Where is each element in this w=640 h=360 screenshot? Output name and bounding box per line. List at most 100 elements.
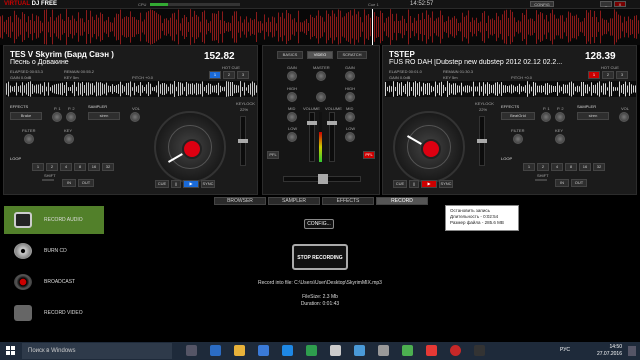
tab-sampler[interactable]: SAMPLER [268,197,320,205]
config-record-button[interactable]: CONFIG... [304,219,334,229]
deck-left-waveform[interactable] [6,81,257,97]
deck-left-pitch-slider[interactable] [238,116,248,166]
loop-length-button[interactable]: 1 [32,163,44,171]
sidebar-item-burn-cd[interactable]: BURN CD [4,237,104,265]
deck-right-cue-button[interactable]: CUE [393,180,407,188]
app-icon-2[interactable] [306,345,317,356]
mixer-pfl-left[interactable]: PFL [267,151,279,159]
store-icon[interactable] [258,345,269,356]
virtual-dj-taskbar-icon[interactable] [450,345,461,356]
close-button[interactable]: X [614,1,626,7]
loop-length-button[interactable]: 4 [551,163,563,171]
loop-length-button[interactable]: 32 [593,163,605,171]
edge-icon[interactable] [210,345,221,356]
deck-right-effect-select[interactable]: BeatGrid [501,112,535,120]
deck-left-hotcue-1[interactable]: 1 [209,71,221,79]
mixer-volume-right-slider[interactable] [327,112,337,162]
crossfader[interactable] [283,174,361,184]
stop-recording-button[interactable]: STOP RECORDING [292,244,348,270]
deck-right-shift-button[interactable] [535,179,547,181]
sidebar-item-record-audio[interactable]: RECORD AUDIO [4,206,104,234]
loop-length-button[interactable]: 32 [102,163,114,171]
deck-right-waveform[interactable] [385,81,636,97]
loop-length-button[interactable]: 4 [60,163,72,171]
mixer-master-knob[interactable] [316,71,326,81]
deck-right-pitch-slider[interactable] [477,116,487,166]
deck-right-filter-knob[interactable] [513,134,523,144]
mixer-basics-tab[interactable]: BASICS [277,51,303,59]
overview-waveform[interactable] [0,9,640,45]
tab-effects[interactable]: EFFECTS [322,197,374,205]
app-icon-8[interactable] [474,345,485,356]
deck-right-key-knob[interactable] [555,134,565,144]
app-icon-7[interactable] [426,345,437,356]
deck-left-out-button[interactable]: OUT [78,179,94,187]
deck-right-sync-button[interactable]: SYNC [439,180,453,188]
sidebar-item-broadcast[interactable]: BROADCAST [4,268,104,296]
loop-length-button[interactable]: 8 [565,163,577,171]
deck-right-hotcue-2[interactable]: 2 [602,71,614,79]
deck-left-jogwheel[interactable] [154,111,226,183]
deck-left-in-button[interactable]: IN [62,179,76,187]
language-indicator[interactable]: РУС [560,347,570,353]
mixer-gain-left-knob[interactable] [287,71,297,81]
notification-icon[interactable] [628,346,636,356]
deck-left-vol-knob[interactable] [130,112,140,122]
deck-left-sampler-select[interactable]: siren [88,112,120,120]
taskbar-search[interactable]: Поиск в Windows [22,343,172,359]
deck-right-hotcue-3[interactable]: 3 [616,71,628,79]
start-button[interactable] [0,342,22,360]
mixer-low-right-knob[interactable] [345,132,355,142]
deck-left-p2-knob[interactable] [66,112,76,122]
loop-length-button[interactable]: 2 [46,163,58,171]
loop-length-button[interactable]: 2 [537,163,549,171]
app-icon-6[interactable] [402,345,413,356]
deck-left-sync-button[interactable]: SYNC [201,180,215,188]
deck-left-pause-button[interactable]: || [171,180,181,188]
deck-left-effect-select[interactable]: Brake [10,112,42,120]
deck-right-pause-button[interactable]: || [409,180,419,188]
mixer-gain-right-knob[interactable] [345,71,355,81]
tab-browser[interactable]: BROWSER [214,197,266,205]
deck-right-jogwheel[interactable] [393,111,465,183]
app-icon-1[interactable] [282,345,293,356]
deck-left-key-knob[interactable] [64,134,74,144]
tab-record[interactable]: RECORD [376,197,428,205]
deck-left-p1-knob[interactable] [52,112,62,122]
loop-length-button[interactable]: 16 [579,163,591,171]
loop-length-button[interactable]: 1 [523,163,535,171]
app-icon-4[interactable] [354,345,365,356]
deck-right-sampler-select[interactable]: siren [577,112,609,120]
mixer-high-right-knob[interactable] [345,92,355,102]
sidebar-item-record-video[interactable]: RECORD VIDEO [4,299,104,327]
deck-left-cue-button[interactable]: CUE [155,180,169,188]
mixer-pfl-right[interactable]: PFL [363,151,375,159]
mixer-video-tab[interactable]: VIDEO [307,51,333,59]
loop-length-button[interactable]: 16 [88,163,100,171]
deck-right-out-button[interactable]: OUT [571,179,587,187]
mixer-scratch-tab[interactable]: SCRATCH [337,51,367,59]
deck-right-in-button[interactable]: IN [555,179,569,187]
config-button[interactable]: CONFIG [530,1,554,7]
deck-left-filter-knob[interactable] [24,134,34,144]
deck-right-p2-knob[interactable] [555,112,565,122]
mixer-mid-left-knob[interactable] [287,112,297,122]
mixer-headphone-knob[interactable] [316,92,326,102]
deck-left-hotcue-3[interactable]: 3 [237,71,249,79]
mixer-high-left-knob[interactable] [287,92,297,102]
loop-length-button[interactable]: 8 [74,163,86,171]
mixer-low-left-knob[interactable] [287,132,297,142]
app-icon-5[interactable] [378,345,389,356]
task-view-icon[interactable] [186,345,197,356]
deck-left-play-button[interactable]: ▶ [183,180,199,188]
deck-right-hotcue-1[interactable]: 1 [588,71,600,79]
app-icon-3[interactable] [330,345,341,356]
deck-right-play-button[interactable]: ▶ [421,180,437,188]
explorer-icon[interactable] [234,345,245,356]
deck-right-vol-knob[interactable] [619,112,629,122]
deck-left-hotcue-2[interactable]: 2 [223,71,235,79]
mixer-volume-left-slider[interactable] [307,112,317,162]
deck-right-p1-knob[interactable] [541,112,551,122]
mixer-mid-right-knob[interactable] [345,112,355,122]
deck-left-shift-button[interactable] [42,179,54,181]
